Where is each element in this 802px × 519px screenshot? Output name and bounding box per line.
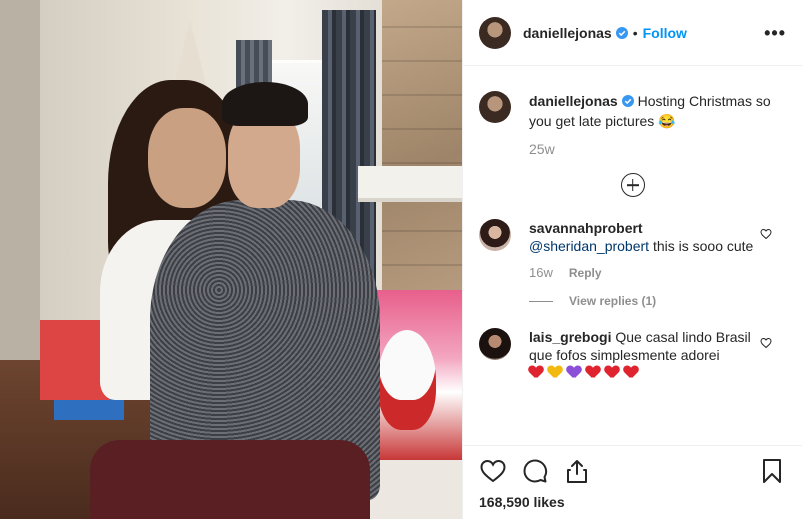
action-row <box>479 456 786 486</box>
photo-wall <box>0 0 40 360</box>
comment-username[interactable]: savannahprobert <box>529 220 643 236</box>
heart-emoji-icon <box>548 366 562 379</box>
view-replies-label[interactable]: View replies (1) <box>569 294 656 308</box>
caption-body: daniellejonas Hosting Christmas so you g… <box>529 91 779 131</box>
post-header: daniellejonas • Follow ••• <box>463 0 802 66</box>
photo-mantel <box>358 166 462 202</box>
caption-timestamp[interactable]: 25w <box>529 141 786 157</box>
author-username[interactable]: daniellejonas <box>523 25 612 41</box>
post-actions: 168,590 likes <box>463 445 802 510</box>
comment-body: savannahprobert @sheridan_probert this i… <box>529 219 759 255</box>
comment-meta: 16w Reply <box>529 265 786 280</box>
comment-avatar[interactable] <box>479 328 511 360</box>
comment-avatar[interactable] <box>479 219 511 251</box>
photo-man-hair <box>222 82 308 126</box>
post-caption: daniellejonas Hosting Christmas so you g… <box>479 91 786 131</box>
comment-like-heart-icon[interactable] <box>760 336 772 349</box>
author-info: daniellejonas • Follow <box>523 25 687 41</box>
view-replies-line <box>529 300 553 302</box>
caption-username[interactable]: daniellejonas <box>529 93 618 109</box>
comment-mention[interactable]: @sheridan_probert <box>529 238 649 254</box>
follow-button[interactable]: Follow <box>643 25 687 41</box>
comment-like-heart-icon[interactable] <box>760 227 772 240</box>
likes-count[interactable]: 168,590 likes <box>479 494 786 510</box>
more-options-icon[interactable]: ••• <box>764 24 786 42</box>
post-photo[interactable] <box>0 0 462 519</box>
load-more-icon[interactable] <box>620 173 645 197</box>
bookmark-icon[interactable] <box>758 457 786 485</box>
comments-section[interactable]: daniellejonas Hosting Christmas so you g… <box>463 67 802 444</box>
heart-emoji-icon <box>567 366 581 379</box>
heart-emoji-icon <box>624 366 638 379</box>
caption-avatar[interactable] <box>479 91 511 123</box>
view-replies-button[interactable]: View replies (1) <box>529 294 786 308</box>
comment-item: savannahprobert @sheridan_probert this i… <box>479 219 786 255</box>
comment-text: this is sooo cute <box>649 238 754 254</box>
heart-emoji-icon <box>529 366 543 379</box>
comment-item: lais_grebogi Que casal lindo Brasil que … <box>479 328 786 384</box>
load-more-comments[interactable] <box>479 173 786 197</box>
comment-timestamp[interactable]: 16w <box>529 265 553 280</box>
photo-legs <box>90 440 370 519</box>
heart-emoji-icon <box>605 366 619 379</box>
comment-body: lais_grebogi Que casal lindo Brasil que … <box>529 328 759 384</box>
photo-woman-face <box>148 108 226 208</box>
separator-dot: • <box>632 24 638 41</box>
photo-snowman <box>378 330 436 430</box>
heart-icon[interactable] <box>479 457 507 485</box>
verified-badge-icon <box>621 95 634 107</box>
reply-button[interactable]: Reply <box>569 266 602 280</box>
photo-fireplace <box>382 0 462 300</box>
author-avatar[interactable] <box>479 16 511 49</box>
comment-emoji-hearts <box>529 366 759 384</box>
heart-emoji-icon <box>586 366 600 379</box>
verified-badge-icon <box>615 26 628 39</box>
comment-icon[interactable] <box>521 457 549 485</box>
post-side-panel: daniellejonas • Follow ••• daniellejonas… <box>462 0 802 519</box>
share-icon[interactable] <box>563 457 591 485</box>
comment-username[interactable]: lais_grebogi <box>529 329 611 345</box>
